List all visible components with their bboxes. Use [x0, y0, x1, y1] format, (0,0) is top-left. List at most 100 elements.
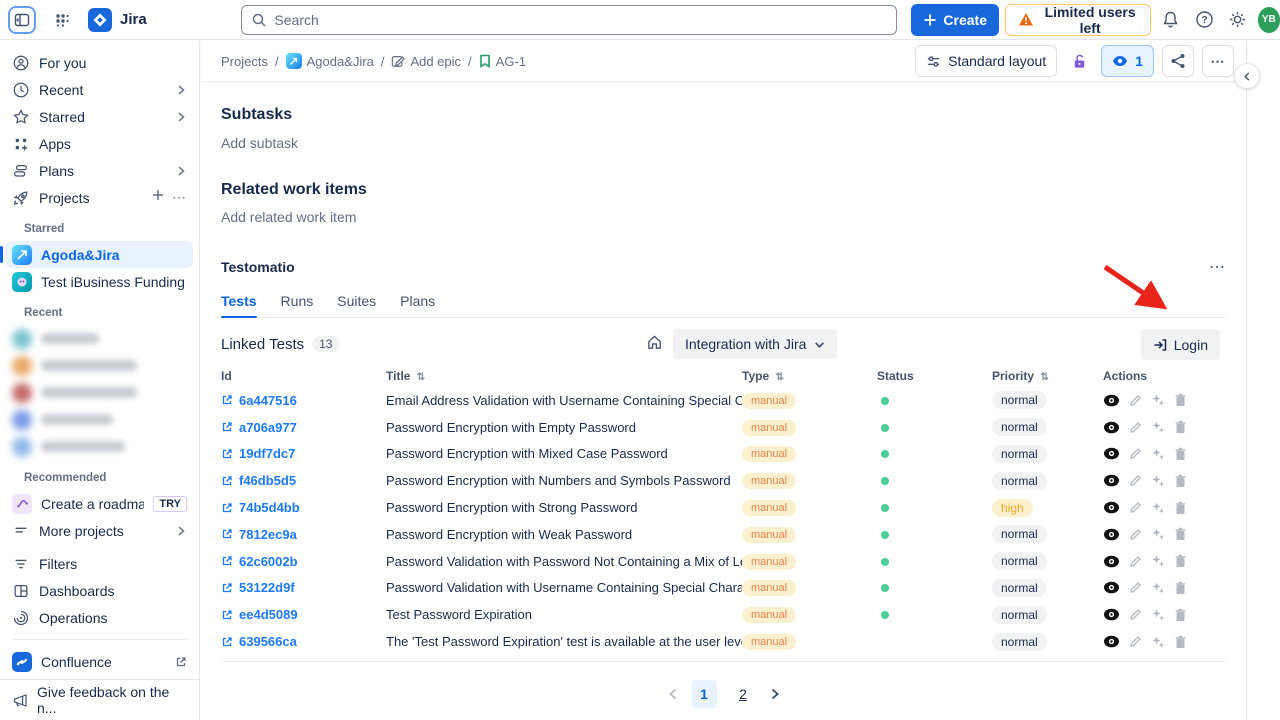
view-test-button[interactable]	[1103, 608, 1120, 621]
ai-action-button[interactable]	[1151, 608, 1165, 622]
ai-action-button[interactable]	[1151, 474, 1165, 488]
sidebar-item-for-you[interactable]: For you	[6, 49, 193, 76]
view-test-button[interactable]	[1103, 474, 1120, 487]
breadcrumb-projects[interactable]: Projects	[221, 54, 268, 69]
add-project-icon[interactable]	[152, 189, 164, 206]
test-id-link[interactable]: 62c6002b	[221, 554, 298, 569]
sidebar-recent-project-blurred[interactable]	[6, 433, 193, 460]
edit-test-button[interactable]	[1129, 394, 1142, 407]
ai-action-button[interactable]	[1151, 635, 1165, 649]
view-test-button[interactable]	[1103, 635, 1120, 648]
view-test-button[interactable]	[1103, 528, 1120, 541]
delete-test-button[interactable]	[1174, 474, 1187, 488]
delete-test-button[interactable]	[1174, 393, 1187, 407]
view-test-button[interactable]	[1103, 394, 1120, 407]
delete-test-button[interactable]	[1174, 501, 1187, 515]
sidebar-item-recent[interactable]: Recent	[6, 76, 193, 103]
column-header-type[interactable]: Type ⇅	[742, 369, 877, 383]
view-test-button[interactable]	[1103, 555, 1120, 568]
test-id-link[interactable]: 19df7dc7	[221, 446, 295, 461]
sidebar-project-test-ibusiness[interactable]: Test iBusiness Funding	[6, 268, 193, 295]
sidebar-item-confluence[interactable]: Confluence	[6, 648, 193, 675]
tab-runs[interactable]: Runs	[281, 289, 314, 317]
sidebar-item-dashboards[interactable]: Dashboards	[6, 577, 193, 604]
edit-test-button[interactable]	[1129, 608, 1142, 621]
pagination-next[interactable]	[770, 688, 780, 700]
sidebar-item-plans[interactable]: Plans	[6, 157, 193, 184]
sidebar-item-starred[interactable]: Starred	[6, 103, 193, 130]
testomatio-more-icon[interactable]: ⋯	[1209, 257, 1226, 277]
sidebar-toggle-button[interactable]	[8, 6, 36, 34]
branch-selector[interactable]: Integration with Jira	[673, 329, 837, 359]
watchers-button[interactable]: 1	[1101, 45, 1154, 77]
delete-test-button[interactable]	[1174, 554, 1187, 568]
breadcrumb-add-epic[interactable]: Add epic	[391, 54, 461, 69]
test-id-link[interactable]: 6a447516	[221, 393, 297, 408]
settings-button[interactable]	[1224, 4, 1251, 36]
edit-test-button[interactable]	[1129, 447, 1142, 460]
view-test-button[interactable]	[1103, 447, 1120, 460]
create-button[interactable]: Create	[911, 4, 999, 36]
app-switcher-button[interactable]	[46, 4, 78, 36]
test-id-link[interactable]: 53122d9f	[221, 580, 295, 595]
ai-action-button[interactable]	[1151, 501, 1165, 515]
unlock-button[interactable]	[1065, 45, 1093, 77]
view-test-button[interactable]	[1103, 501, 1120, 514]
edit-test-button[interactable]	[1129, 581, 1142, 594]
delete-test-button[interactable]	[1174, 635, 1187, 649]
search-input[interactable]	[241, 5, 897, 35]
column-header-priority[interactable]: Priority ⇅	[992, 369, 1103, 383]
delete-test-button[interactable]	[1174, 420, 1187, 434]
edit-test-button[interactable]	[1129, 501, 1142, 514]
column-header-title[interactable]: Title ⇅	[386, 369, 742, 383]
notifications-button[interactable]	[1157, 4, 1184, 36]
delete-test-button[interactable]	[1174, 447, 1187, 461]
collapse-panel-button[interactable]	[1234, 63, 1260, 89]
test-id-link[interactable]: f46db5d5	[221, 473, 296, 488]
sidebar-project-agoda-jira[interactable]: Agoda&Jira	[6, 241, 193, 268]
test-id-link[interactable]: a706a977	[221, 420, 297, 435]
sidebar-item-operations[interactable]: Operations	[6, 604, 193, 631]
user-avatar[interactable]: YB	[1258, 7, 1280, 33]
pagination-page-2[interactable]: 2	[731, 680, 756, 708]
sidebar-recent-project-blurred[interactable]	[6, 406, 193, 433]
add-related-item-button[interactable]: Add related work item	[221, 209, 356, 225]
tab-tests[interactable]: Tests	[221, 289, 257, 317]
test-id-link[interactable]: 639566ca	[221, 634, 297, 649]
edit-test-button[interactable]	[1129, 421, 1142, 434]
view-test-button[interactable]	[1103, 421, 1120, 434]
sidebar-item-projects[interactable]: Projects ⋯	[6, 184, 193, 211]
tab-plans[interactable]: Plans	[400, 289, 435, 317]
ai-action-button[interactable]	[1151, 447, 1165, 461]
sidebar-item-more-projects[interactable]: More projects	[6, 517, 193, 544]
ai-action-button[interactable]	[1151, 420, 1165, 434]
add-subtask-button[interactable]: Add subtask	[221, 135, 298, 151]
sidebar-item-apps[interactable]: Apps	[6, 130, 193, 157]
test-id-link[interactable]: 74b5d4bb	[221, 500, 300, 515]
breadcrumb-project[interactable]: Agoda&Jira	[286, 53, 374, 69]
ai-action-button[interactable]	[1151, 527, 1165, 541]
ai-action-button[interactable]	[1151, 581, 1165, 595]
sidebar-recent-project-blurred[interactable]	[6, 325, 193, 352]
sidebar-recent-project-blurred[interactable]	[6, 379, 193, 406]
edit-test-button[interactable]	[1129, 474, 1142, 487]
delete-test-button[interactable]	[1174, 527, 1187, 541]
test-id-link[interactable]: 7812ec9a	[221, 527, 297, 542]
layout-button[interactable]: Standard layout	[915, 45, 1057, 77]
view-test-button[interactable]	[1103, 581, 1120, 594]
pagination-page-1[interactable]: 1	[692, 680, 717, 708]
ai-action-button[interactable]	[1151, 393, 1165, 407]
edit-test-button[interactable]	[1129, 555, 1142, 568]
share-button[interactable]	[1162, 45, 1194, 77]
delete-test-button[interactable]	[1174, 608, 1187, 622]
edit-test-button[interactable]	[1129, 528, 1142, 541]
test-id-link[interactable]: ee4d5089	[221, 607, 298, 622]
tab-suites[interactable]: Suites	[337, 289, 376, 317]
pagination-prev[interactable]	[668, 688, 678, 700]
limited-users-button[interactable]: Limited users left	[1005, 4, 1151, 36]
sidebar-item-filters[interactable]: Filters	[6, 550, 193, 577]
breadcrumb-issue[interactable]: AG-1	[479, 54, 526, 69]
delete-test-button[interactable]	[1174, 581, 1187, 595]
login-button[interactable]: Login	[1141, 329, 1220, 360]
sidebar-recent-project-blurred[interactable]	[6, 352, 193, 379]
